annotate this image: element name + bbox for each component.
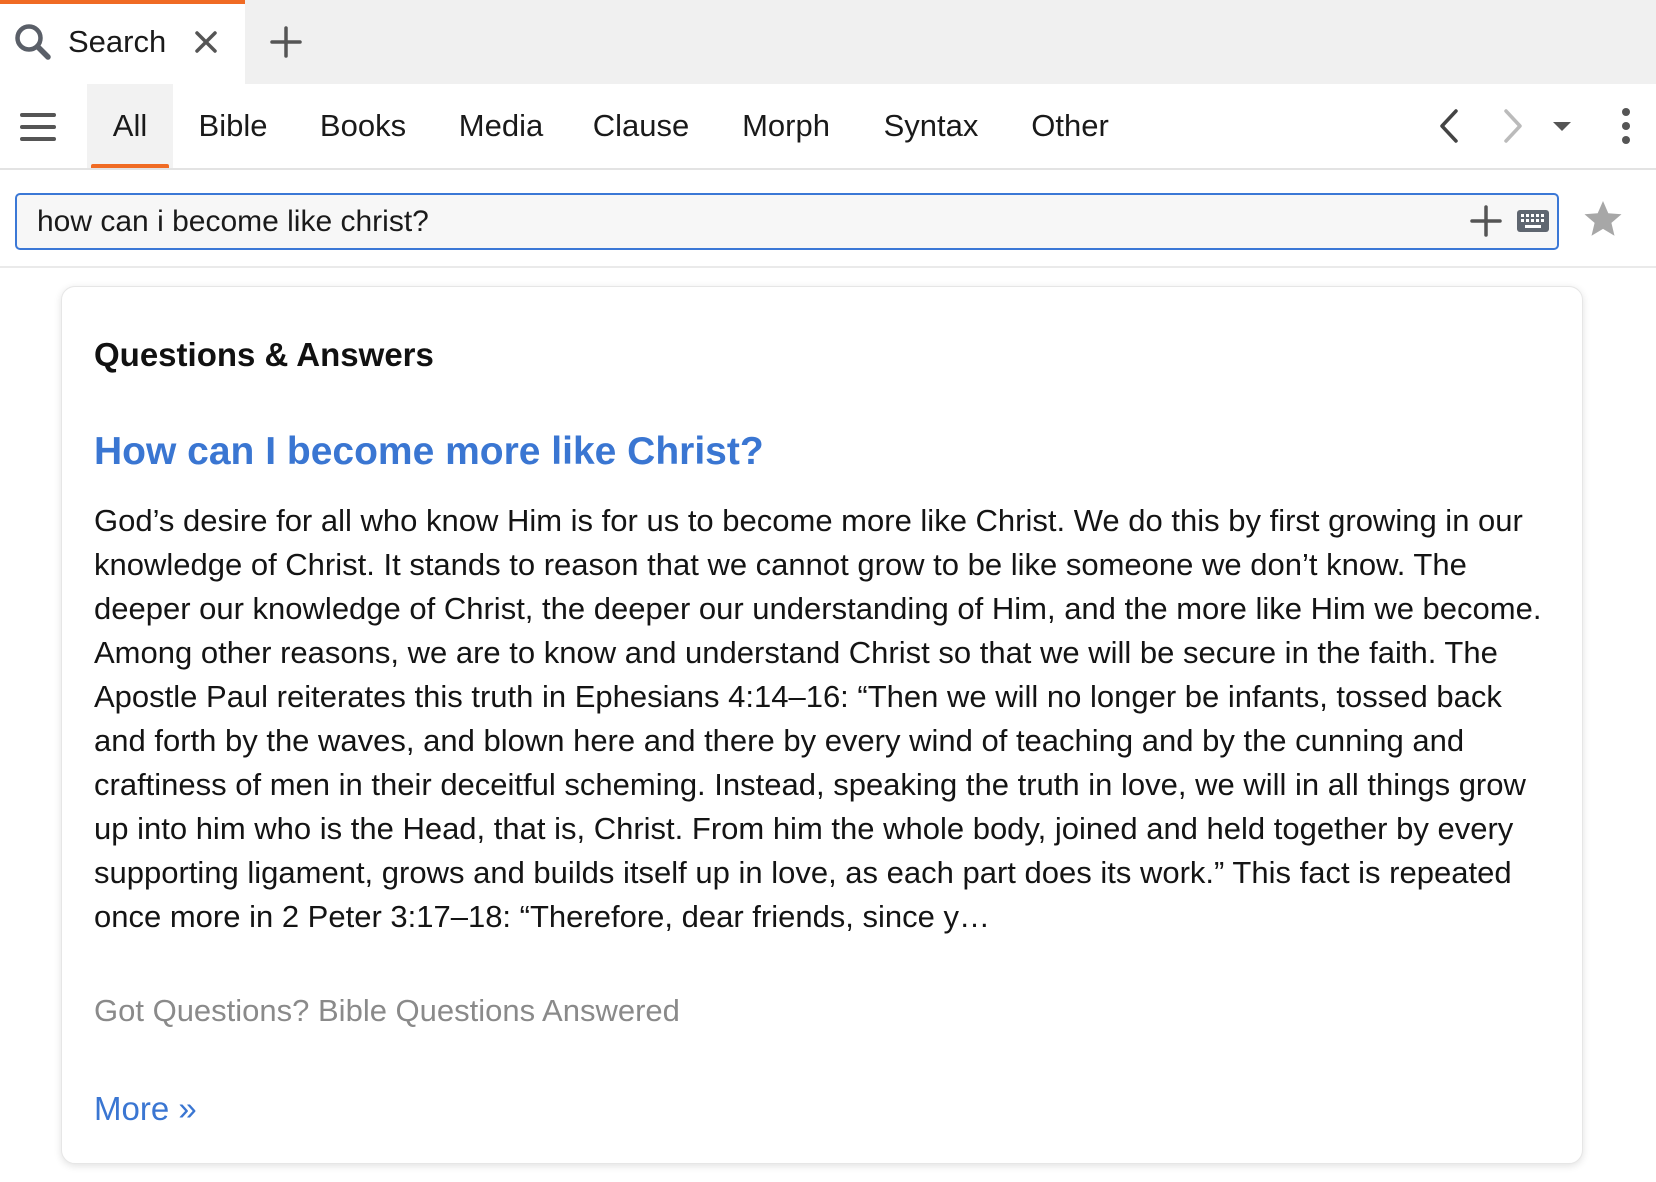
tab-title: Search bbox=[68, 24, 167, 59]
section-heading: Questions & Answers bbox=[94, 336, 434, 373]
add-search-term-plus-icon[interactable] bbox=[1469, 204, 1503, 238]
questions-answers-card: Questions & Answers How can I become mor… bbox=[61, 286, 1583, 1164]
more-vertical-icon[interactable] bbox=[1606, 106, 1646, 146]
keyboard-icon[interactable] bbox=[1517, 208, 1549, 234]
chevron-right-icon[interactable] bbox=[1492, 106, 1532, 146]
filter-tab-media[interactable]: Media bbox=[446, 84, 556, 168]
search-box bbox=[15, 193, 1559, 250]
search-row bbox=[0, 170, 1656, 268]
more-link[interactable]: More » bbox=[94, 1087, 197, 1131]
filter-tab-bible[interactable]: Bible bbox=[190, 84, 276, 168]
filter-tab-morph[interactable]: Morph bbox=[730, 84, 842, 168]
new-tab-plus-icon[interactable] bbox=[268, 24, 304, 60]
filter-tab-clause[interactable]: Clause bbox=[584, 84, 698, 168]
filter-tab-other[interactable]: Other bbox=[1022, 84, 1118, 168]
result-snippet: God’s desire for all who know Him is for… bbox=[94, 503, 1542, 934]
hamburger-menu-icon[interactable] bbox=[20, 110, 56, 144]
filter-tab-syntax[interactable]: Syntax bbox=[874, 84, 988, 168]
search-input[interactable] bbox=[37, 195, 1457, 248]
caret-down-icon[interactable] bbox=[1542, 106, 1582, 146]
star-icon[interactable] bbox=[1582, 198, 1624, 240]
chevron-left-icon[interactable] bbox=[1430, 106, 1470, 146]
filter-tab-all[interactable]: All bbox=[87, 84, 173, 168]
close-icon[interactable] bbox=[190, 26, 222, 58]
tab-bar: Search bbox=[0, 0, 1656, 84]
search-icon bbox=[15, 24, 51, 60]
result-title-link[interactable]: How can I become more like Christ? bbox=[94, 427, 764, 477]
filter-toolbar: All Bible Books Media Clause Morph Synta… bbox=[0, 84, 1656, 170]
tab-search[interactable]: Search bbox=[0, 0, 245, 84]
filter-tab-books[interactable]: Books bbox=[308, 84, 418, 168]
result-source: Got Questions? Bible Questions Answered bbox=[94, 993, 680, 1028]
